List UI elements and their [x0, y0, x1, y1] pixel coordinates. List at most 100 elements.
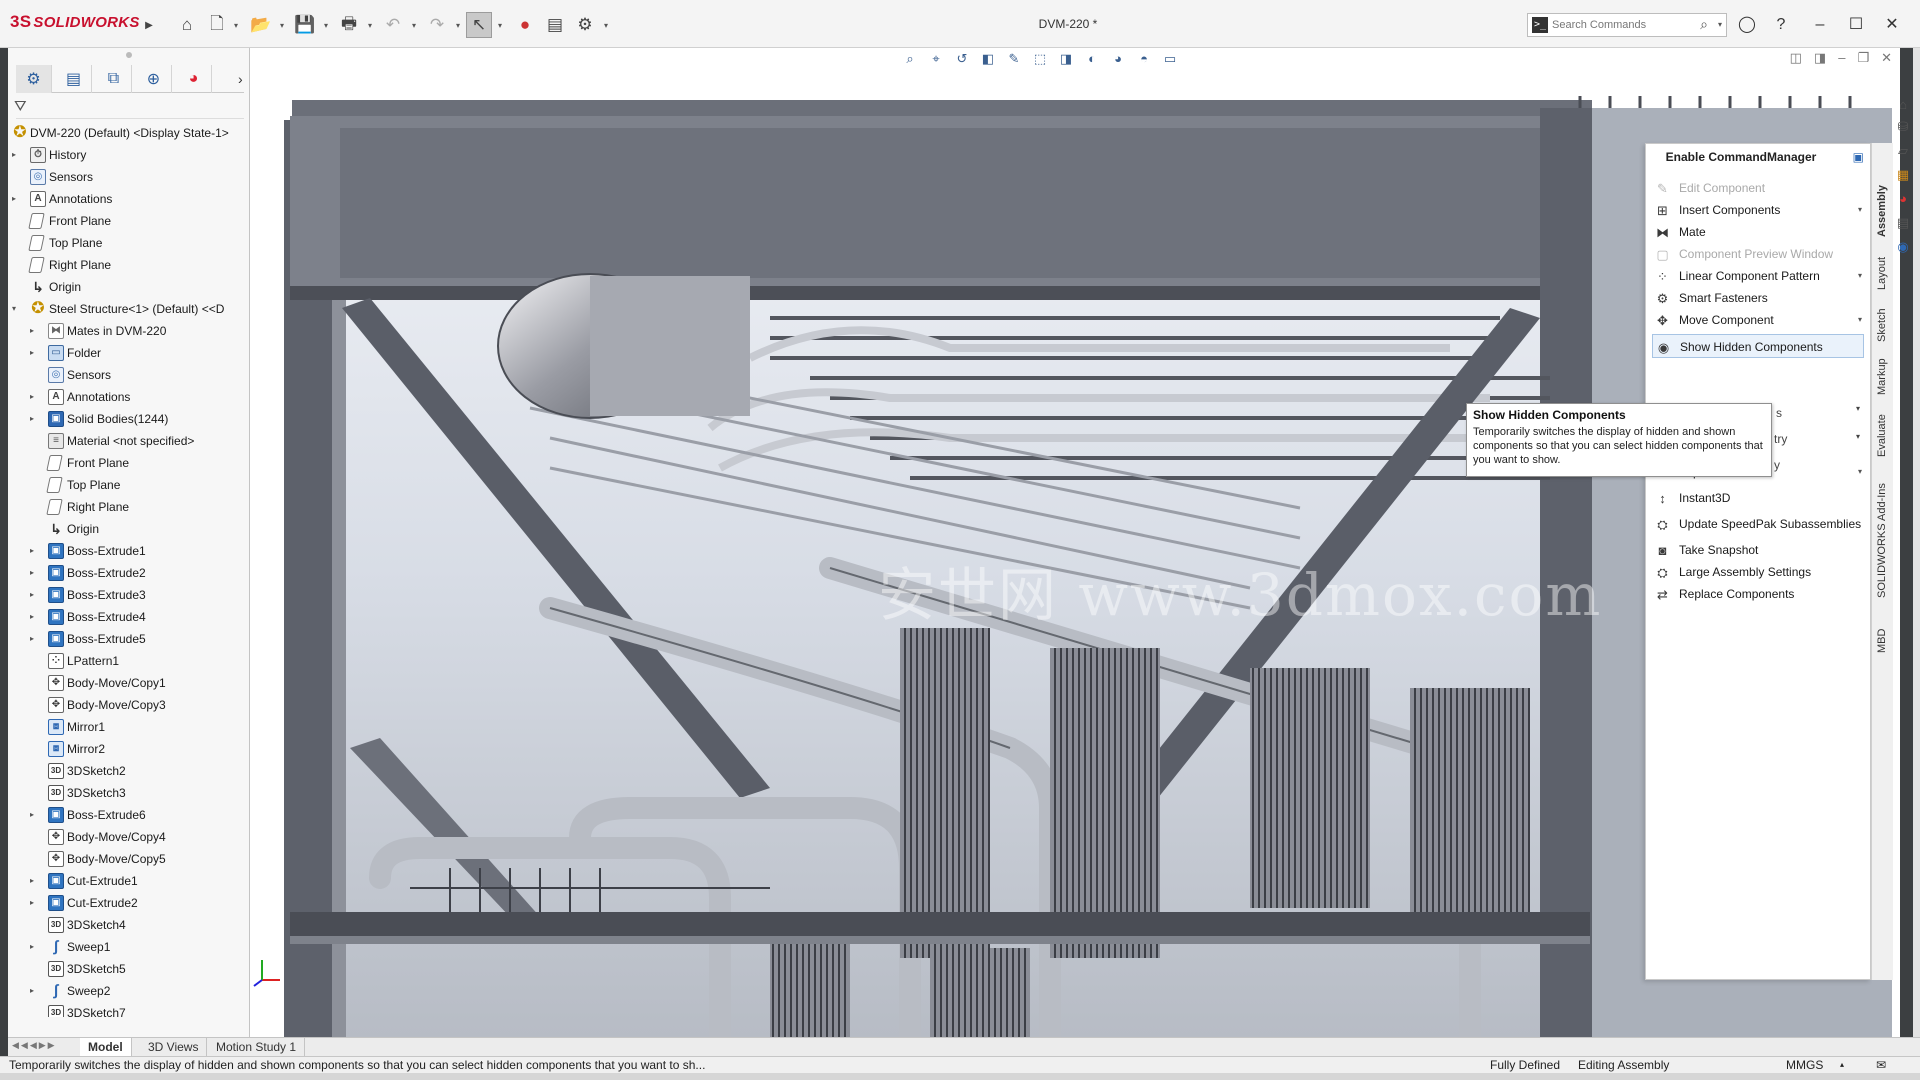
- viewport-split-icon[interactable]: ◨: [1814, 50, 1826, 66]
- tree-item[interactable]: ⧈ Mirror2: [8, 738, 242, 760]
- expand-arrow-icon[interactable]: ▸: [30, 540, 40, 562]
- instant3d-button[interactable]: ↕ Instant3D: [1652, 486, 1864, 510]
- select-cursor-icon[interactable]: ↖: [466, 12, 492, 38]
- section-view-icon[interactable]: ◧: [978, 50, 998, 68]
- tree-item[interactable]: ▸ ▣ Boss-Extrude2: [8, 562, 242, 584]
- tree-item[interactable]: Front Plane: [8, 210, 242, 232]
- tab-layout[interactable]: Layout: [1875, 253, 1891, 293]
- tab-scroll-arrows-icon[interactable]: ◀◀◀▶▶: [12, 1040, 57, 1051]
- tab-assembly[interactable]: Assembly: [1875, 181, 1891, 241]
- search-dropdown-icon[interactable]: ▾: [1718, 20, 1722, 29]
- panel-resize-handle[interactable]: [126, 52, 132, 58]
- dynamic-annotation-icon[interactable]: ✎: [1004, 50, 1024, 68]
- design-library-icon[interactable]: ⛁: [1895, 119, 1911, 135]
- configuration-manager-tab-icon[interactable]: ⧉: [96, 65, 132, 93]
- tree-item[interactable]: ▸ A Annotations: [8, 188, 242, 210]
- replace-components-button[interactable]: ⇄ Replace Components: [1652, 582, 1864, 606]
- linear-component-pattern-button[interactable]: ⁘ Linear Component Pattern ▾: [1652, 264, 1864, 288]
- tab-sketch[interactable]: Sketch: [1875, 305, 1891, 345]
- take-snapshot-button[interactable]: ◙ Take Snapshot: [1652, 538, 1864, 562]
- viewport-maximize-icon[interactable]: ❐: [1857, 50, 1869, 66]
- viewport-restore-icon[interactable]: ◫: [1790, 50, 1802, 66]
- component-preview-window-button[interactable]: ▢ Component Preview Window: [1652, 242, 1864, 266]
- user-account-icon[interactable]: ◯: [1735, 13, 1759, 37]
- status-units[interactable]: MMGS: [1786, 1057, 1823, 1073]
- partial-arrow-2-icon[interactable]: ▾: [1856, 432, 1860, 441]
- chevron-down-icon[interactable]: ▾: [1858, 460, 1862, 484]
- tree-item[interactable]: ▸ ⏱ History: [8, 144, 242, 166]
- hide-show-items-icon[interactable]: ◐: [1082, 50, 1102, 68]
- chevron-down-icon[interactable]: ▾: [1858, 264, 1862, 288]
- tab-motion-study-1[interactable]: Motion Study 1: [208, 1038, 306, 1057]
- filter-icon[interactable]: ⛛: [14, 98, 27, 115]
- display-style-icon[interactable]: ◨: [1056, 50, 1076, 68]
- redo-dropdown-icon[interactable]: ▾: [456, 21, 460, 30]
- tree-item[interactable]: ▸ ▣ Cut-Extrude1: [8, 870, 242, 892]
- expand-arrow-icon[interactable]: ▸: [30, 936, 40, 958]
- tree-item[interactable]: 3D 3DSketch4: [8, 914, 242, 936]
- tree-item[interactable]: ▸ ⧓ Mates in DVM-220: [8, 320, 242, 342]
- tree-item[interactable]: ▸ ▣ Boss-Extrude1: [8, 540, 242, 562]
- save-icon[interactable]: 💾: [292, 12, 318, 38]
- tree-item[interactable]: Top Plane: [8, 474, 242, 496]
- tree-item[interactable]: ✥ Body-Move/Copy5: [8, 848, 242, 870]
- expand-arrow-icon[interactable]: ▸: [30, 870, 40, 892]
- file-explorer-icon[interactable]: ▱: [1895, 143, 1911, 159]
- tab-model[interactable]: Model: [80, 1038, 132, 1057]
- tree-item[interactable]: ▾ ✪ Steel Structure<1> (Default) <<D: [8, 298, 242, 320]
- menu-expand-icon[interactable]: ▶: [136, 12, 162, 38]
- expand-arrow-icon[interactable]: ▸: [30, 980, 40, 1002]
- maximize-icon[interactable]: ☐: [1844, 13, 1868, 37]
- search-commands[interactable]: >_ Search Commands ⌕ ▾: [1527, 13, 1727, 37]
- tree-item[interactable]: 3D 3DSketch7: [8, 1002, 242, 1017]
- tree-item[interactable]: ◎ Sensors: [8, 364, 242, 386]
- previous-view-icon[interactable]: ↺: [952, 50, 972, 68]
- quick-tips-icon[interactable]: ✉: [1876, 1057, 1886, 1073]
- more-tabs-chevron-icon[interactable]: ›: [238, 71, 243, 87]
- tab-3d-views[interactable]: 3D Views: [140, 1038, 208, 1057]
- edit-component-button[interactable]: ✎ Edit Component: [1652, 176, 1864, 200]
- tree-item[interactable]: 3D 3DSketch5: [8, 958, 242, 980]
- traffic-light-icon[interactable]: ●: [512, 12, 538, 38]
- expand-arrow-icon[interactable]: ▸: [30, 892, 40, 914]
- print-icon[interactable]: 🖶: [336, 12, 362, 38]
- move-component-button[interactable]: ✥ Move Component ▾: [1652, 308, 1864, 332]
- undo-icon[interactable]: ↶: [380, 12, 406, 38]
- dimxpert-tab-icon[interactable]: ⊕: [136, 65, 172, 93]
- expand-arrow-icon[interactable]: ▸: [30, 804, 40, 826]
- tree-item[interactable]: 3D 3DSketch3: [8, 782, 242, 804]
- tree-item[interactable]: ▸ ▣ Cut-Extrude2: [8, 892, 242, 914]
- print-dropdown-icon[interactable]: ▾: [368, 21, 372, 30]
- expand-arrow-icon[interactable]: ▸: [30, 320, 40, 342]
- tree-item[interactable]: ↳ Origin: [8, 276, 242, 298]
- minimize-icon[interactable]: –: [1808, 13, 1832, 37]
- expand-arrow-icon[interactable]: ▸: [30, 408, 40, 430]
- tree-item[interactable]: ▸ ▣ Boss-Extrude4: [8, 606, 242, 628]
- search-icon[interactable]: ⌕: [1700, 16, 1708, 33]
- appearances-icon[interactable]: ◕: [1895, 191, 1911, 207]
- tree-item[interactable]: ▸ ∫ Sweep2: [8, 980, 242, 1002]
- expand-arrow-icon[interactable]: ▸: [30, 606, 40, 628]
- insert-components-button[interactable]: ⊞ Insert Components ▾: [1652, 198, 1864, 222]
- open-dropdown-icon[interactable]: ▾: [280, 21, 284, 30]
- tree-item[interactable]: 3D 3DSketch2: [8, 760, 242, 782]
- tree-item[interactable]: ▸ ▣ Boss-Extrude5: [8, 628, 242, 650]
- viewport-close-icon[interactable]: ✕: [1881, 50, 1892, 66]
- new-dropdown-icon[interactable]: ▾: [234, 21, 238, 30]
- tree-item[interactable]: ▸ ▣ Boss-Extrude6: [8, 804, 242, 826]
- feature-manager-tab-icon[interactable]: ⚙: [16, 65, 52, 93]
- expand-arrow-icon[interactable]: ▸: [12, 144, 22, 166]
- display-manager-tab-icon[interactable]: ◕: [176, 65, 212, 93]
- home-icon[interactable]: ⌂: [174, 12, 200, 38]
- tab-evaluate[interactable]: Evaluate: [1875, 411, 1891, 461]
- tree-item[interactable]: ◎ Sensors: [8, 166, 242, 188]
- solidworks-forum-icon[interactable]: ◉: [1895, 239, 1911, 255]
- tree-item[interactable]: ▸ A Annotations: [8, 386, 242, 408]
- zoom-to-area-icon[interactable]: ⌖: [926, 50, 946, 68]
- save-dropdown-icon[interactable]: ▾: [324, 21, 328, 30]
- expand-arrow-icon[interactable]: ▸: [30, 584, 40, 606]
- tree-item[interactable]: ⁘ LPattern1: [8, 650, 242, 672]
- close-icon[interactable]: ✕: [1880, 13, 1904, 37]
- view-palette-icon[interactable]: ▦: [1895, 167, 1911, 183]
- redo-icon[interactable]: ↷: [424, 12, 450, 38]
